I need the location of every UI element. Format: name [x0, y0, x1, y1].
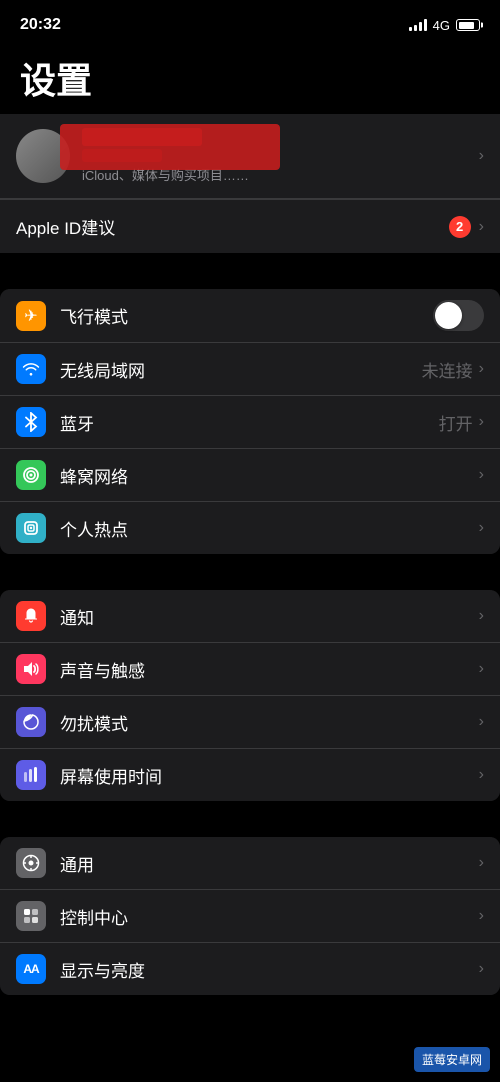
redact-overlay	[60, 124, 280, 170]
bluetooth-value: 打开	[439, 410, 473, 435]
screentime-row[interactable]: 屏幕使用时间 ›	[0, 749, 500, 801]
general-settings-group: 通用 › 控制中心 › AA 显示与亮度 ›	[0, 837, 500, 995]
display-chevron-icon: ›	[479, 960, 484, 978]
general-label: 通用	[60, 851, 479, 876]
screentime-chevron-icon: ›	[479, 766, 484, 784]
controlcenter-chevron-icon: ›	[479, 907, 484, 925]
page-title: 设置	[20, 52, 480, 104]
bluetooth-chevron-icon: ›	[479, 413, 484, 431]
page-title-area: 设置	[0, 44, 500, 114]
network-settings-group: ✈ 飞行模式 无线局域网 未连接 › 蓝牙 打开 ›	[0, 289, 500, 554]
cellular-icon	[16, 460, 46, 490]
network-type: 4G	[433, 18, 450, 33]
section-gap-3	[0, 801, 500, 837]
apple-id-badge: 2	[449, 216, 471, 238]
general-chevron-icon: ›	[479, 854, 484, 872]
controlcenter-label: 控制中心	[60, 904, 479, 929]
status-time: 20:32	[20, 16, 61, 34]
donotdisturb-chevron-icon: ›	[479, 713, 484, 731]
screentime-icon	[16, 760, 46, 790]
apple-id-suggestion-row[interactable]: Apple ID建议 2 ›	[0, 199, 500, 253]
account-chevron-icon: ›	[479, 147, 484, 165]
sounds-label: 声音与触感	[60, 657, 479, 682]
notifications-row[interactable]: 通知 ›	[0, 590, 500, 643]
bluetooth-label: 蓝牙	[60, 410, 439, 435]
screentime-label: 屏幕使用时间	[60, 763, 479, 788]
sounds-icon	[16, 654, 46, 684]
battery-icon	[456, 19, 480, 31]
hotspot-label: 个人热点	[60, 516, 479, 541]
wifi-value: 未连接	[422, 357, 473, 382]
bluetooth-row[interactable]: 蓝牙 打开 ›	[0, 396, 500, 449]
donotdisturb-row[interactable]: 勿扰模式 ›	[0, 696, 500, 749]
cellular-chevron-icon: ›	[479, 466, 484, 484]
controlcenter-icon	[16, 901, 46, 931]
wifi-label: 无线局域网	[60, 357, 422, 382]
general-icon	[16, 848, 46, 878]
cellular-row[interactable]: 蜂窝网络 ›	[0, 449, 500, 502]
apple-id-label: Apple ID建议	[16, 214, 115, 239]
donotdisturb-label: 勿扰模式	[60, 710, 479, 735]
watermark: 蓝莓安卓网	[414, 1047, 490, 1072]
account-row[interactable]: iCloud、媒体与购买项目…… ›	[0, 114, 500, 199]
wifi-row[interactable]: 无线局域网 未连接 ›	[0, 343, 500, 396]
display-icon: AA	[16, 954, 46, 984]
wifi-chevron-icon: ›	[479, 360, 484, 378]
wifi-icon	[16, 354, 46, 384]
sounds-row[interactable]: 声音与触感 ›	[0, 643, 500, 696]
donotdisturb-icon	[16, 707, 46, 737]
apple-id-chevron-icon: ›	[479, 218, 484, 236]
section-gap-1	[0, 253, 500, 289]
controlcenter-row[interactable]: 控制中心 ›	[0, 890, 500, 943]
notifications-label: 通知	[60, 604, 479, 629]
bluetooth-icon	[16, 407, 46, 437]
notifications-icon	[16, 601, 46, 631]
airplane-toggle[interactable]	[433, 300, 484, 331]
hotspot-row[interactable]: 个人热点 ›	[0, 502, 500, 554]
status-icons: 4G	[409, 18, 480, 33]
section-gap-2	[0, 554, 500, 590]
display-label: 显示与亮度	[60, 957, 479, 982]
hotspot-icon	[16, 513, 46, 543]
airplane-icon: ✈	[16, 301, 46, 331]
status-bar: 20:32 4G	[0, 0, 500, 44]
signal-icon	[409, 19, 427, 31]
airplane-mode-row[interactable]: ✈ 飞行模式	[0, 289, 500, 343]
cellular-label: 蜂窝网络	[60, 463, 479, 488]
general-row[interactable]: 通用 ›	[0, 837, 500, 890]
airplane-label: 飞行模式	[60, 303, 433, 328]
notif-settings-group: 通知 › 声音与触感 › 勿扰模式 ›	[0, 590, 500, 801]
sounds-chevron-icon: ›	[479, 660, 484, 678]
notifications-chevron-icon: ›	[479, 607, 484, 625]
suggestion-right: 2 ›	[449, 216, 484, 238]
display-row[interactable]: AA 显示与亮度 ›	[0, 943, 500, 995]
hotspot-chevron-icon: ›	[479, 519, 484, 537]
